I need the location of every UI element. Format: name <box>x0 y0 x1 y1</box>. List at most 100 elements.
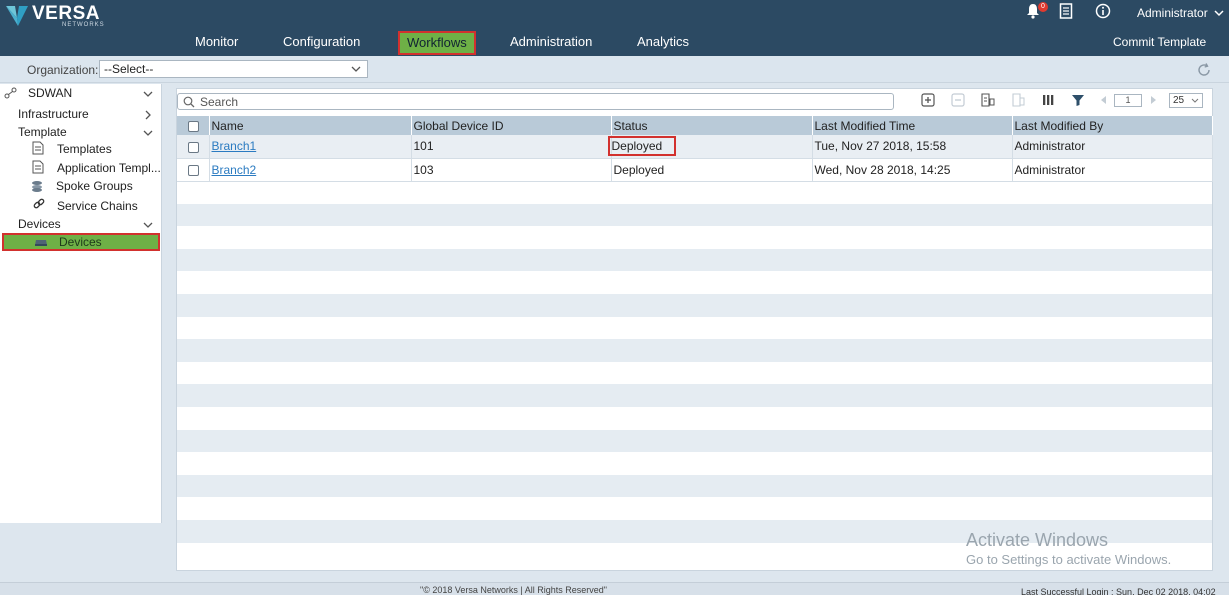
device-name-link[interactable]: Branch2 <box>212 163 257 177</box>
nav-administration[interactable]: Administration <box>510 30 592 54</box>
device-name-cell: Branch1 <box>209 135 412 159</box>
empty-row <box>177 474 1212 498</box>
top-navigation-bar: VERSA NETWORKS Monitor Configuration Wor… <box>0 0 1229 56</box>
row-checkbox[interactable] <box>188 141 199 153</box>
notification-badge: 0 <box>1038 2 1048 12</box>
nav-monitor[interactable]: Monitor <box>195 30 238 54</box>
select-all-cell <box>177 116 210 135</box>
empty-row <box>177 339 1212 362</box>
last-modified-by-cell: Administrator <box>1012 158 1213 182</box>
device-status-cell: Deployed <box>607 135 813 159</box>
row-checkbox[interactable] <box>188 164 199 176</box>
filter-icon[interactable] <box>1070 92 1086 108</box>
remove-icon[interactable] <box>950 92 966 108</box>
empty-row <box>177 248 1212 272</box>
empty-row <box>177 406 1212 430</box>
sidebar-item-devices[interactable]: Devices <box>2 233 160 251</box>
template-document-icon <box>32 141 44 155</box>
empty-row <box>177 271 1212 294</box>
last-login-text: Last Successful Login : Sun, Dec 02 2018… <box>1021 587 1216 595</box>
activate-windows-subtitle: Go to Settings to activate Windows. <box>966 552 1172 567</box>
sidebar-item-templates[interactable]: Templates <box>57 142 112 156</box>
search-icon <box>183 96 195 108</box>
empty-row <box>177 384 1212 407</box>
commit-template-button[interactable]: Commit Template <box>1113 35 1206 49</box>
table-row[interactable]: Branch2 103 Deployed Wed, Nov 28 2018, 1… <box>177 158 1213 182</box>
column-header-status[interactable]: Status <box>611 116 813 135</box>
sidebar-item-devices-label: Devices <box>59 235 102 249</box>
copyright-text: "© 2018 Versa Networks | All Rights Rese… <box>420 585 607 595</box>
chevron-right-icon[interactable] <box>143 110 153 120</box>
chevron-down-icon <box>351 66 361 72</box>
chevron-down-icon[interactable] <box>143 89 153 99</box>
sidebar-item-infrastructure[interactable]: Infrastructure <box>18 107 89 121</box>
search-box[interactable] <box>177 93 894 110</box>
empty-row <box>177 497 1212 520</box>
device-status-cell: Deployed <box>611 158 813 182</box>
nav-configuration[interactable]: Configuration <box>283 30 360 54</box>
page-number-input[interactable]: 1 <box>1114 94 1142 107</box>
sidebar-item-service-chains[interactable]: Service Chains <box>57 199 138 213</box>
activate-windows-title: Activate Windows <box>966 530 1109 550</box>
empty-row <box>177 452 1212 475</box>
organization-bar: Organization: --Select-- <box>0 56 1229 83</box>
empty-row <box>177 226 1212 249</box>
empty-row <box>177 316 1212 340</box>
row-select-cell <box>177 158 210 182</box>
organization-selected-value: --Select-- <box>104 62 154 76</box>
footer-bar: "© 2018 Versa Networks | All Rights Rese… <box>0 582 1229 595</box>
device-name-cell: Branch2 <box>209 158 412 182</box>
user-name: Administrator <box>1137 6 1208 20</box>
sidebar-item-devices-group[interactable]: Devices <box>18 217 61 231</box>
columns-icon[interactable] <box>1040 92 1056 108</box>
sidebar-item-template[interactable]: Template <box>18 125 67 139</box>
nav-workflows[interactable]: Workflows <box>398 31 476 55</box>
device-name-link[interactable]: Branch1 <box>212 139 257 153</box>
chevron-down-icon[interactable] <box>143 220 153 230</box>
column-header-global-device-id[interactable]: Global Device ID <box>411 116 612 135</box>
empty-row <box>177 429 1212 453</box>
page-size-value: 25 <box>1173 95 1185 106</box>
select-all-checkbox[interactable] <box>188 120 199 132</box>
chevron-down-icon <box>1214 10 1224 17</box>
previous-page-icon[interactable] <box>1096 92 1112 108</box>
device-id-cell: 103 <box>411 158 612 182</box>
tasks-button[interactable] <box>1059 3 1077 21</box>
last-modified-time-cell: Wed, Nov 28 2018, 14:25 <box>812 158 1013 182</box>
versa-logo-icon <box>6 6 28 26</box>
device-id-cell: 101 <box>411 135 612 159</box>
add-icon[interactable] <box>920 92 936 108</box>
chevron-down-icon <box>1191 98 1199 103</box>
search-input[interactable] <box>200 94 880 109</box>
edit-document-icon[interactable] <box>980 92 996 108</box>
column-header-last-modified-time[interactable]: Last Modified Time <box>812 116 1013 135</box>
last-modified-by-cell: Administrator <box>1012 135 1213 159</box>
organization-select[interactable]: --Select-- <box>99 60 368 78</box>
column-header-name[interactable]: Name <box>209 116 412 135</box>
nav-analytics[interactable]: Analytics <box>637 30 689 54</box>
next-page-icon[interactable] <box>1145 92 1161 108</box>
empty-row <box>177 203 1212 227</box>
application-template-icon <box>32 160 44 174</box>
user-menu[interactable]: Administrator <box>1137 6 1224 20</box>
notifications-button[interactable]: 0 <box>1026 2 1048 21</box>
empty-row <box>177 293 1212 317</box>
brand-subtitle: NETWORKS <box>62 22 105 28</box>
network-icon <box>4 87 17 99</box>
table-row[interactable]: Branch1 101 Deployed Tue, Nov 27 2018, 1… <box>177 135 1213 159</box>
sidebar-item-sdwan[interactable]: SDWAN <box>28 86 72 100</box>
link-chain-icon <box>33 198 45 209</box>
sidebar-tree: SDWAN Infrastructure Template Templates … <box>0 84 162 523</box>
device-table: Name Global Device ID Status Last Modifi… <box>177 116 1213 566</box>
sidebar-item-application-templates[interactable]: Application Templ... <box>57 161 161 175</box>
column-header-last-modified-by[interactable]: Last Modified By <box>1012 116 1213 135</box>
versa-logo[interactable]: VERSA NETWORKS <box>6 4 105 28</box>
last-modified-time-cell: Tue, Nov 27 2018, 15:58 <box>812 135 1013 159</box>
copy-document-icon[interactable] <box>1010 92 1026 108</box>
document-list-icon <box>1059 3 1073 19</box>
sidebar-item-spoke-groups[interactable]: Spoke Groups <box>56 179 133 193</box>
refresh-icon[interactable] <box>1196 62 1212 78</box>
chevron-down-icon[interactable] <box>143 128 153 138</box>
info-button[interactable] <box>1095 3 1113 21</box>
page-size-select[interactable]: 25 <box>1169 93 1203 108</box>
